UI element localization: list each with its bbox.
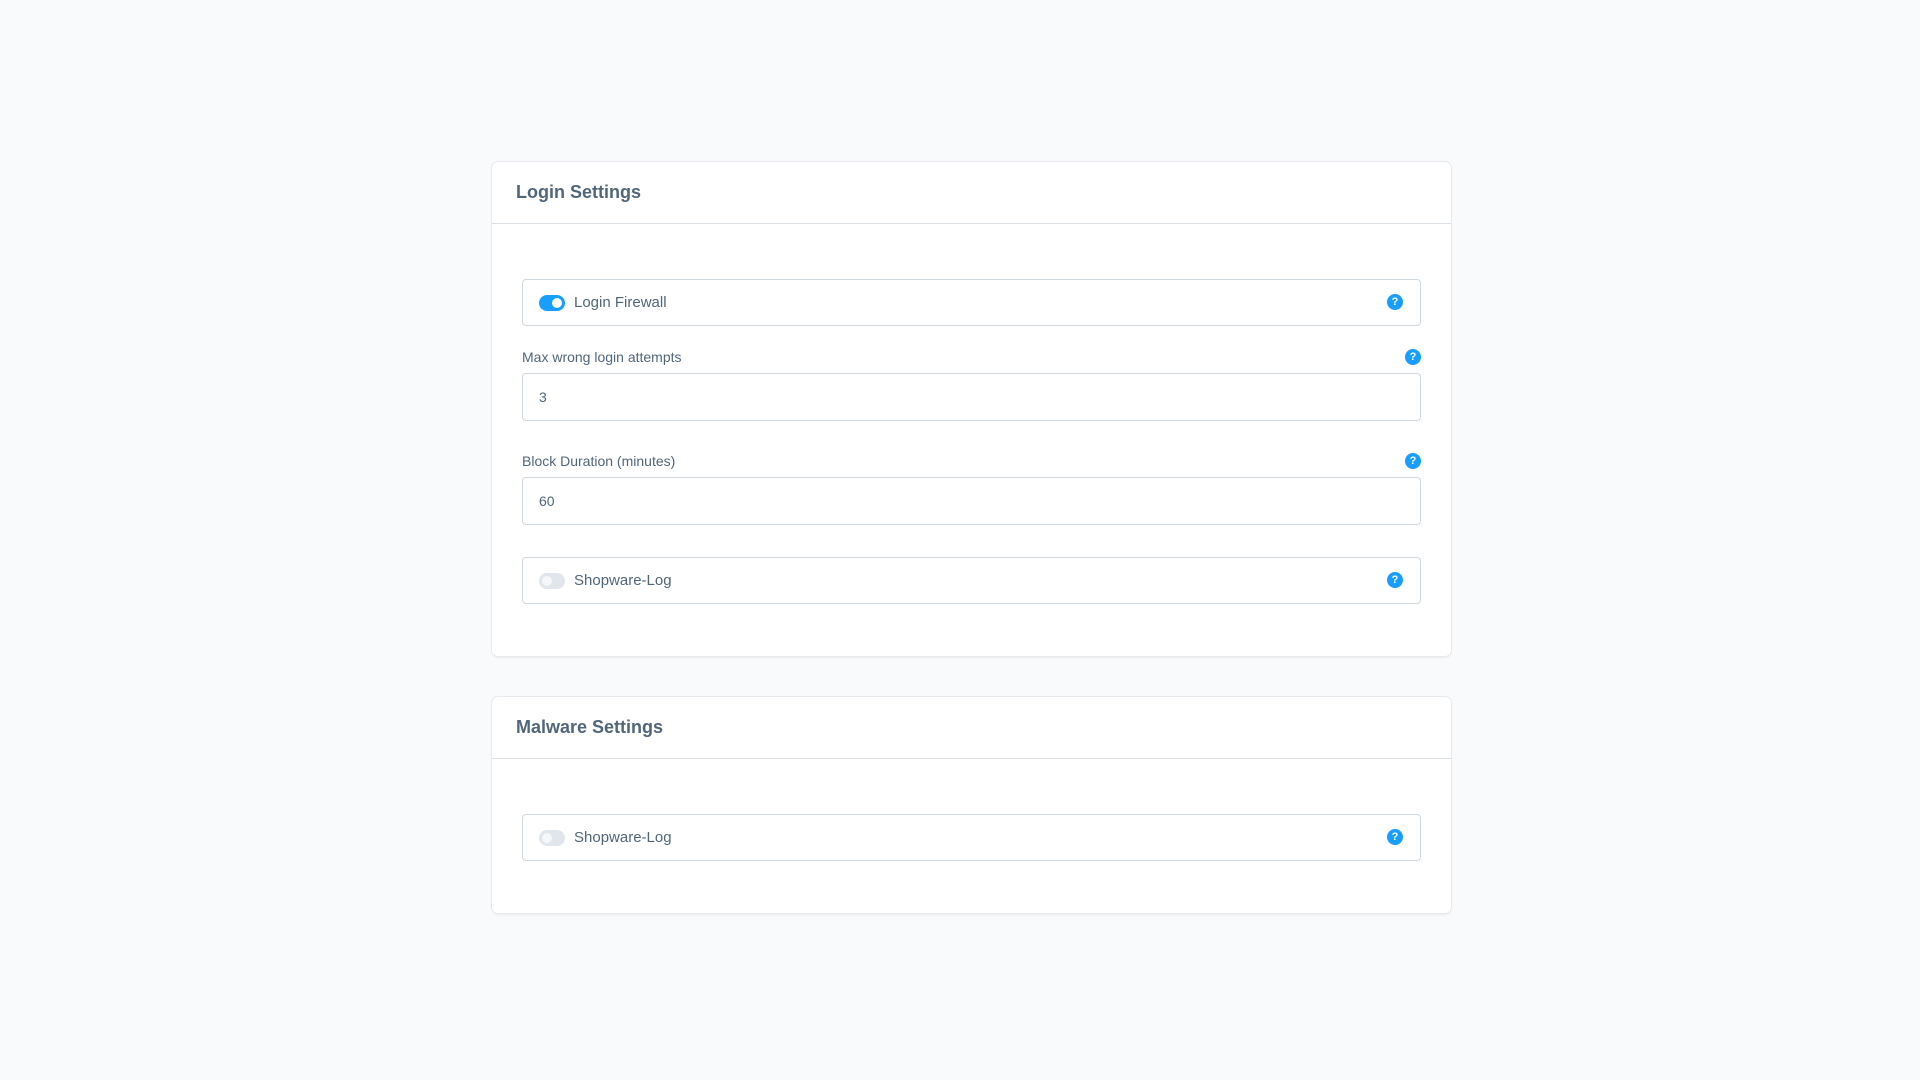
login-firewall-field: Login Firewall ?	[522, 279, 1421, 326]
login-settings-title: Login Settings	[516, 182, 641, 202]
login-shopware-log-label: Shopware-Log	[574, 572, 672, 589]
malware-settings-title: Malware Settings	[516, 717, 664, 737]
malware-shopware-log-label: Shopware-Log	[574, 829, 672, 846]
malware-settings-card: Malware Settings Shopware-Log ?	[492, 697, 1451, 913]
toggle-knob	[542, 832, 552, 843]
malware-shopware-log-field: Shopware-Log ?	[522, 814, 1421, 861]
max-attempts-label: Max wrong login attempts	[522, 349, 682, 365]
toggle-knob	[542, 575, 552, 586]
block-duration-label: Block Duration (minutes)	[522, 453, 676, 469]
help-icon[interactable]: ?	[1387, 829, 1403, 845]
login-settings-header: Login Settings	[492, 162, 1451, 224]
help-icon[interactable]: ?	[1387, 572, 1403, 588]
help-icon[interactable]: ?	[1387, 294, 1403, 310]
malware-shopware-log-toggle[interactable]	[539, 829, 565, 846]
block-duration-input[interactable]	[522, 477, 1421, 525]
login-firewall-label: Login Firewall	[574, 294, 667, 311]
toggle-knob	[552, 297, 562, 308]
login-firewall-toggle[interactable]	[539, 294, 565, 311]
login-shopware-log-toggle[interactable]	[539, 572, 565, 589]
help-icon[interactable]: ?	[1405, 349, 1421, 365]
help-icon[interactable]: ?	[1405, 453, 1421, 469]
login-shopware-log-field: Shopware-Log ?	[522, 557, 1421, 604]
max-attempts-input[interactable]	[522, 373, 1421, 421]
login-settings-card: Login Settings Login Firewall ? Max wron…	[492, 162, 1451, 656]
malware-settings-header: Malware Settings	[492, 697, 1451, 759]
